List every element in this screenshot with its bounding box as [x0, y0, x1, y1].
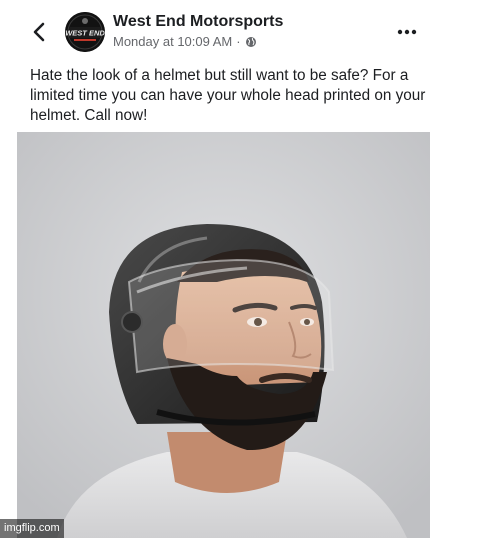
- meta-separator: ·: [236, 34, 241, 49]
- west-end-logo: WEST END: [65, 12, 105, 52]
- post-timestamp[interactable]: Monday at 10:09 AM: [113, 34, 232, 49]
- facebook-post: WEST END West End Motorsports Monday at …: [0, 0, 500, 538]
- chevron-left-icon: [33, 22, 45, 42]
- more-options-button[interactable]: [396, 24, 418, 35]
- post-photo[interactable]: [17, 132, 430, 538]
- page-avatar[interactable]: WEST END: [65, 12, 105, 52]
- post-meta: Monday at 10:09 AM ·: [113, 34, 257, 49]
- globe-icon: [245, 36, 256, 47]
- svg-text:WEST END: WEST END: [65, 29, 105, 38]
- helmet-man-illustration: [17, 132, 430, 538]
- more-dots-icon: [397, 29, 417, 35]
- post-text: Hate the look of a helmet but still want…: [30, 67, 426, 124]
- imgflip-watermark: imgflip.com: [0, 519, 64, 538]
- back-button[interactable]: [30, 20, 50, 44]
- page-name-link[interactable]: West End Motorsports: [113, 13, 283, 31]
